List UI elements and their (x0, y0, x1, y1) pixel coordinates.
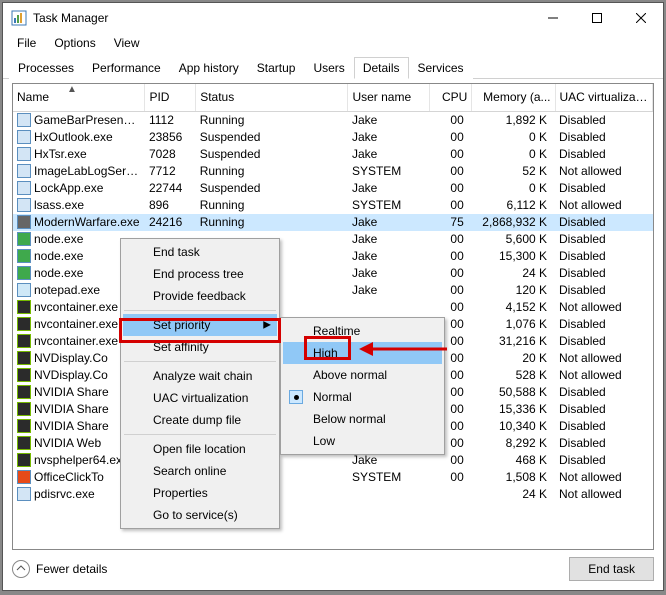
ctx-end-process-tree[interactable]: End process tree (123, 263, 277, 285)
tab-services[interactable]: Services (409, 57, 473, 79)
tab-startup[interactable]: Startup (248, 57, 305, 79)
tab-users[interactable]: Users (304, 57, 353, 79)
priority-low[interactable]: Low (283, 430, 442, 452)
app-icon (11, 10, 27, 26)
ctx-set-priority[interactable]: Set priority▶ (123, 314, 277, 336)
col-pid[interactable]: PID (145, 84, 196, 111)
ctx-uac-virtualization[interactable]: UAC virtualization (123, 387, 277, 409)
table-row[interactable]: notepad.exeJake00120 KDisabled (13, 282, 653, 299)
menu-options[interactable]: Options (46, 34, 103, 52)
menu-view[interactable]: View (106, 34, 148, 52)
col-cpu[interactable]: CPU (429, 84, 472, 111)
ctx-go-to-service-s-[interactable]: Go to service(s) (123, 504, 277, 526)
table-row[interactable]: ModernWarfare.exe24216RunningJake752,868… (13, 214, 653, 231)
ctx-end-task[interactable]: End task (123, 241, 277, 263)
col-status[interactable]: Status (196, 84, 348, 111)
minimize-button[interactable] (531, 3, 575, 33)
check-icon (289, 390, 303, 404)
ctx-provide-feedback[interactable]: Provide feedback (123, 285, 277, 307)
table-row[interactable]: ImageLabLogService...7712RunningSYSTEM00… (13, 163, 653, 180)
col-user-name[interactable]: User name (348, 84, 429, 111)
ctx-analyze-wait-chain[interactable]: Analyze wait chain (123, 365, 277, 387)
tab-app-history[interactable]: App history (170, 57, 248, 79)
maximize-button[interactable] (575, 3, 619, 33)
table-row[interactable]: pdisrvc.exe8028Running24 KNot allowed (13, 486, 653, 503)
priority-below-normal[interactable]: Below normal (283, 408, 442, 430)
table-row[interactable]: node.exeJake0015,300 KDisabled (13, 248, 653, 265)
priority-above-normal[interactable]: Above normal (283, 364, 442, 386)
table-row[interactable]: node.exeJake0024 KDisabled (13, 265, 653, 282)
table-row[interactable]: LockApp.exe22744SuspendedJake000 KDisabl… (13, 180, 653, 197)
titlebar: Task Manager (3, 3, 663, 33)
tab-details[interactable]: Details (354, 57, 409, 79)
context-menu: End taskEnd process treeProvide feedback… (120, 238, 280, 529)
menu-file[interactable]: File (9, 34, 44, 52)
table-row[interactable]: OfficeClickToSYSTEM001,508 KNot allowed (13, 469, 653, 486)
table-row[interactable]: node.exeJake005,600 KDisabled (13, 231, 653, 248)
menu-separator (124, 361, 276, 362)
table-header-row: Name▲PIDStatusUser nameCPUMemory (a...UA… (13, 84, 653, 111)
ctx-set-affinity[interactable]: Set affinity (123, 336, 277, 358)
chevron-up-icon (12, 560, 30, 578)
priority-submenu: RealtimeHighAbove normalNormalBelow norm… (280, 317, 445, 455)
tab-processes[interactable]: Processes (9, 57, 83, 79)
fewer-details-label: Fewer details (36, 562, 107, 576)
ctx-properties[interactable]: Properties (123, 482, 277, 504)
table-row[interactable]: HxOutlook.exe23856SuspendedJake000 KDisa… (13, 129, 653, 146)
ctx-create-dump-file[interactable]: Create dump file (123, 409, 277, 431)
table-row[interactable]: nvcontainer.exe004,152 KNot allowed (13, 299, 653, 316)
menubar: FileOptionsView (3, 33, 663, 53)
menu-separator (124, 310, 276, 311)
window-title: Task Manager (33, 11, 531, 25)
priority-normal[interactable]: Normal (283, 386, 442, 408)
task-manager-window: Task Manager FileOptionsView ProcessesPe… (2, 2, 664, 591)
fewer-details-button[interactable]: Fewer details (12, 560, 107, 578)
tab-performance[interactable]: Performance (83, 57, 170, 79)
priority-high[interactable]: High (283, 342, 442, 364)
sort-asc-icon: ▲ (67, 84, 77, 95)
window-controls (531, 3, 663, 33)
col-name[interactable]: Name▲ (13, 84, 145, 111)
end-task-button[interactable]: End task (569, 557, 654, 581)
col-uac-virtualizat-[interactable]: UAC virtualizat... (555, 84, 652, 111)
close-button[interactable] (619, 3, 663, 33)
priority-realtime[interactable]: Realtime (283, 320, 442, 342)
table-row[interactable]: GameBarPresenceWr...1112RunningJake001,8… (13, 111, 653, 129)
submenu-arrow-icon: ▶ (263, 320, 271, 331)
table-row[interactable]: HxTsr.exe7028SuspendedJake000 KDisabled (13, 146, 653, 163)
tab-strip: ProcessesPerformanceApp historyStartupUs… (3, 53, 663, 79)
col-memory-a-[interactable]: Memory (a... (472, 84, 555, 111)
menu-separator (124, 434, 276, 435)
ctx-search-online[interactable]: Search online (123, 460, 277, 482)
ctx-open-file-location[interactable]: Open file location (123, 438, 277, 460)
table-row[interactable]: lsass.exe896RunningSYSTEM006,112 KNot al… (13, 197, 653, 214)
footer: Fewer details End task (12, 555, 654, 583)
